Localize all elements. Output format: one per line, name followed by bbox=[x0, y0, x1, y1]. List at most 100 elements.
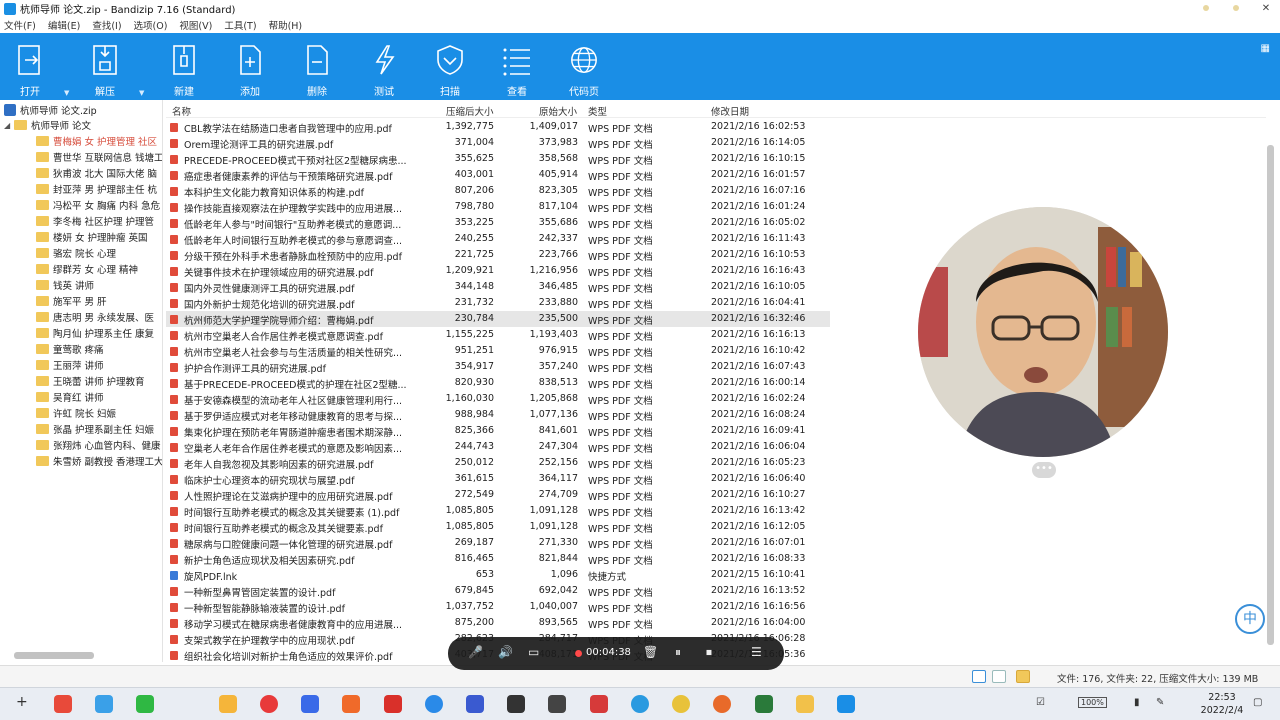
stop-icon[interactable]: ⏹ bbox=[706, 645, 712, 660]
file-row[interactable]: 操作技能直接观察法在护理教学实践中的应用进展... 798,780 817,104 W… bbox=[166, 199, 830, 215]
column-name[interactable]: 名称 bbox=[172, 104, 191, 118]
bandizip-taskbar-icon[interactable] bbox=[837, 695, 855, 713]
menu-view[interactable]: 视图(V) bbox=[179, 18, 212, 32]
file-row[interactable]: 国内外灵性健康测评工具的研究进展.pdf 344,148 346,485 WPS PD… bbox=[166, 279, 830, 295]
file-row[interactable]: CBL教学法在结肠造口患者自我管理中的应用.pdf 1,392,775 1,409,… bbox=[166, 119, 830, 135]
taskbar-app-icon[interactable] bbox=[95, 695, 113, 713]
column-date[interactable]: 修改日期 bbox=[711, 104, 749, 118]
view-button[interactable]: 查看 bbox=[487, 33, 547, 100]
codepage-button[interactable]: 代码页 bbox=[554, 33, 614, 100]
file-row[interactable]: 基于罗伊适应模式对老年移动健康教育的思考与探... 988,984 1,077,13… bbox=[166, 407, 830, 423]
tree-item[interactable]: 冯松平 女 胸痛 内科 急危 bbox=[36, 197, 160, 213]
test-button[interactable]: 测试 bbox=[354, 33, 414, 100]
taskbar-app-icon[interactable] bbox=[548, 695, 566, 713]
input-method-icon[interactable]: 中 bbox=[1235, 604, 1265, 634]
delete-button[interactable]: 删除 bbox=[287, 33, 347, 100]
tray-icon[interactable]: ▮ bbox=[1134, 697, 1140, 708]
file-row[interactable]: 本科护生文化能力教育知识体系的构建.pdf 807,206 823,305 WPS P… bbox=[166, 183, 830, 199]
tree-item[interactable]: 狄甫波 北大 国际大佬 脑 bbox=[36, 165, 157, 181]
taskbar-app-icon[interactable] bbox=[590, 695, 608, 713]
layout-grid-icon[interactable]: ▦ bbox=[1261, 43, 1270, 54]
tree-item[interactable]: 骆宏 院长 心理 bbox=[36, 245, 116, 261]
file-row[interactable]: 杭州师范大学护理学院导师介绍：曹梅娟.pdf 230,784 235,500 WPS … bbox=[166, 311, 830, 327]
menu-edit[interactable]: 编辑(E) bbox=[48, 18, 80, 32]
file-row[interactable]: 旋风PDF.lnk 653 1,096 快捷方式 2021/2/15 16:10:41 bbox=[166, 567, 830, 583]
file-row[interactable]: 一种新型鼻胃管固定装置的设计.pdf 679,845 692,042 WPS PDF … bbox=[166, 583, 830, 599]
file-row[interactable]: 杭州市空巢老人合作居住养老模式意愿调查.pdf 1,155,225 1,193,40… bbox=[166, 327, 830, 343]
tree-item[interactable]: 张晶 护理系副主任 妇娠 bbox=[36, 421, 154, 437]
file-row[interactable]: 临床护士心理资本的研究现状与展望.pdf 361,615 364,117 WPS PD… bbox=[166, 471, 830, 487]
expand-icon[interactable]: ◢ bbox=[4, 121, 14, 130]
more-options-button[interactable]: ••• bbox=[1032, 462, 1056, 478]
vertical-scrollbar[interactable] bbox=[1267, 145, 1274, 645]
file-row[interactable]: PRECEDE-PROCEED模式干预对社区2型糖尿病患... 355,625 35… bbox=[166, 151, 830, 167]
taskbar-app-icon[interactable] bbox=[755, 695, 773, 713]
menu-options[interactable]: 选项(O) bbox=[134, 18, 168, 32]
tree-root[interactable]: 杭师导师 论文.zip bbox=[4, 102, 97, 118]
file-row[interactable]: 分级干预在外科手术患者静脉血栓预防中的应用.pdf 221,725 223,766 W… bbox=[166, 247, 830, 263]
tree-folder[interactable]: ◢ 杭师导师 论文 bbox=[4, 117, 91, 133]
pen-icon[interactable]: ✎ bbox=[1156, 697, 1164, 708]
file-row[interactable]: 移动学习模式在糖尿病患者健康教育中的应用进展... 875,200 893,565 W… bbox=[166, 615, 830, 631]
file-row[interactable]: 老年人自我忽视及其影响因素的研究进展.pdf 250,012 252,156 WPS … bbox=[166, 455, 830, 471]
taskbar-app-icon[interactable] bbox=[507, 695, 525, 713]
tree-item[interactable]: 钱英 讲师 bbox=[36, 277, 94, 293]
open-dropdown-icon[interactable]: ▼ bbox=[64, 89, 69, 97]
file-row[interactable]: 关键事件技术在护理领域应用的研究进展.pdf 1,209,921 1,216,956… bbox=[166, 263, 830, 279]
file-row[interactable]: 集束化护理在预防老年胃肠道肿瘤患者围术期深静... 825,366 841,601 W… bbox=[166, 423, 830, 439]
extract-button[interactable]: 解压 bbox=[75, 33, 135, 100]
tree-item[interactable]: 施军平 男 肝 bbox=[36, 293, 107, 309]
file-row[interactable]: 时间银行互助养老模式的概念及其关键要素 (1).pdf 1,085,805 1,09… bbox=[166, 503, 830, 519]
tree-item[interactable]: 曹梅娟 女 护理管理 社区 bbox=[36, 133, 157, 149]
file-row[interactable]: 一种新型智能静脉输液装置的设计.pdf 1,037,752 1,040,007 WPS… bbox=[166, 599, 830, 615]
file-row[interactable]: 护护合作测评工具的研究进展.pdf 354,917 357,240 WPS PDF 文… bbox=[166, 359, 830, 375]
battery-icon[interactable]: 100% bbox=[1078, 697, 1107, 708]
file-explorer-icon[interactable] bbox=[796, 695, 814, 713]
menu-file[interactable]: 文件(F) bbox=[4, 18, 36, 32]
menu-tools[interactable]: 工具(T) bbox=[224, 18, 256, 32]
tree-item[interactable]: 陶月仙 护理系主任 康复 bbox=[36, 325, 154, 341]
edge-icon[interactable] bbox=[631, 695, 649, 713]
file-row[interactable]: 基于PRECEDE-PROCEED模式的护理在社区2型糖... 820,930 83… bbox=[166, 375, 830, 391]
tree-item[interactable]: 缪群芳 女 心理 精神 bbox=[36, 261, 138, 277]
tree-item[interactable]: 吴育红 讲师 bbox=[36, 389, 104, 405]
file-row[interactable]: 基于安德森模型的流动老年人社区健康管理利用行... 1,160,030 1,205,… bbox=[166, 391, 830, 407]
taskbar-app-icon[interactable] bbox=[219, 695, 237, 713]
file-row[interactable]: 人性照护理论在艾滋病护理中的应用研究进展.pdf 272,549 274,709 WP… bbox=[166, 487, 830, 503]
scan-button[interactable]: 扫描 bbox=[420, 33, 480, 100]
taskbar-app-icon[interactable] bbox=[425, 695, 443, 713]
tree-item[interactable]: 李冬梅 社区护理 护理管 bbox=[36, 213, 154, 229]
tree-item[interactable]: 曹世华 互联网信息 钱塘工 bbox=[36, 149, 162, 165]
tree-item[interactable]: 王丽萍 讲师 bbox=[36, 357, 104, 373]
file-row[interactable]: 空巢老人老年合作居住养老模式的意愿及影响因素... 244,743 247,304 W… bbox=[166, 439, 830, 455]
new-archive-button[interactable]: 新建 bbox=[154, 33, 214, 100]
column-original-size[interactable]: 原始大小 bbox=[539, 104, 577, 118]
file-row[interactable]: Orem理论测评工具的研究进展.pdf 371,004 373,983 WPS PDF… bbox=[166, 135, 830, 151]
chrome-icon[interactable] bbox=[672, 695, 690, 713]
tree-item[interactable]: 朱雪娇 副教授 香港理工大 bbox=[36, 453, 162, 469]
firefox-icon[interactable] bbox=[713, 695, 731, 713]
tree-item[interactable]: 张翔炜 心血管内科、健康 bbox=[36, 437, 161, 453]
taskbar-app-icon[interactable] bbox=[342, 695, 360, 713]
close-icon[interactable]: ✕ bbox=[1252, 0, 1280, 17]
folder-view-icon[interactable] bbox=[1016, 670, 1030, 683]
microphone-icon[interactable]: 🎤 bbox=[468, 645, 483, 659]
tree-item[interactable]: 许虹 院长 妇娠 bbox=[36, 405, 116, 421]
taskbar-app-icon[interactable] bbox=[260, 695, 278, 713]
file-row[interactable]: 杭州市空巢老人社会参与与生活质量的相关性研究... 951,251 976,915 W… bbox=[166, 343, 830, 359]
menu-help[interactable]: 帮助(H) bbox=[269, 18, 303, 32]
taskbar-app-icon[interactable] bbox=[384, 695, 402, 713]
taskbar-app-icon[interactable] bbox=[301, 695, 319, 713]
camera-icon[interactable]: ▭ bbox=[528, 645, 539, 659]
add-button[interactable]: 添加 bbox=[220, 33, 280, 100]
taskbar-app-icon[interactable] bbox=[54, 695, 72, 713]
tree-item[interactable]: 童莺歌 疼痛 bbox=[36, 341, 104, 357]
column-compressed-size[interactable]: 压缩后大小 bbox=[446, 104, 494, 118]
wechat-icon[interactable] bbox=[136, 695, 154, 713]
details-view-icon[interactable] bbox=[972, 670, 986, 683]
taskbar-app-icon[interactable] bbox=[466, 695, 484, 713]
file-row[interactable]: 新护士角色适应现状及相关因素研究.pdf 816,465 821,844 WPS PD… bbox=[166, 551, 830, 567]
trash-icon[interactable]: 🗑 bbox=[643, 645, 658, 659]
list-view-icon[interactable] bbox=[992, 670, 1006, 683]
file-row[interactable]: 低龄老年人时间银行互助养老模式的参与意愿调查... 240,255 242,337 W… bbox=[166, 231, 830, 247]
